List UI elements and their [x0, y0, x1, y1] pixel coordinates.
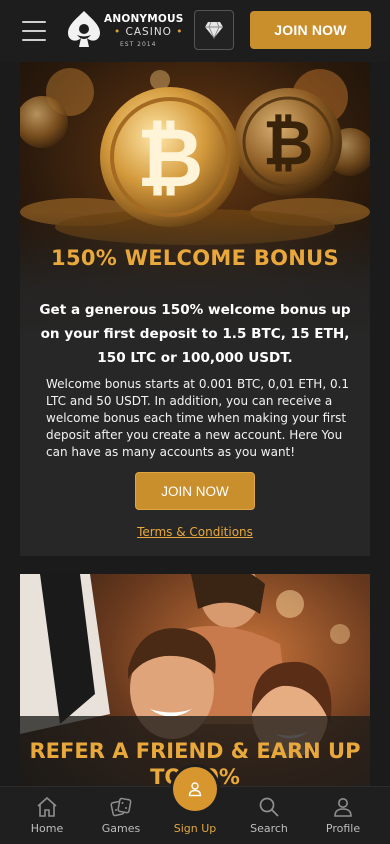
terms-link[interactable]: Terms & Conditions — [20, 525, 370, 539]
user-icon — [188, 782, 202, 797]
nav-search-label: Search — [250, 822, 288, 835]
nav-search[interactable]: Search — [234, 787, 304, 844]
home-icon — [37, 796, 57, 817]
brand-subtitle: • CASINO • — [114, 26, 184, 38]
nav-sign-up-label: Sign Up — [173, 822, 217, 835]
diamond-icon — [205, 21, 223, 39]
brand-established: EST 2014 — [120, 41, 157, 48]
menu-icon[interactable] — [22, 21, 46, 41]
search-icon — [259, 797, 279, 817]
sign-up-button[interactable] — [173, 767, 217, 811]
profile-icon — [334, 798, 352, 817]
spade-logo-icon — [68, 11, 100, 47]
welcome-bonus-card: ₿ ₿ 150% WELCOME BONUS Get a generous 15… — [20, 62, 370, 556]
welcome-bonus-description: Welcome bonus starts at 0.001 BTC, 0,01 … — [46, 377, 350, 459]
welcome-bonus-title: 150% WELCOME BONUS — [51, 246, 339, 270]
svg-text:₿: ₿ — [263, 106, 314, 179]
casino-logo[interactable]: ANONYMOUS • CASINO • EST 2014 — [64, 9, 184, 53]
dice-icon — [110, 797, 132, 817]
vip-button[interactable] — [194, 10, 234, 50]
join-now-button[interactable]: JOIN NOW — [135, 472, 255, 510]
top-bar: ANONYMOUS • CASINO • EST 2014 JOIN NOW — [0, 0, 390, 62]
brand-name: ANONYMOUS — [104, 13, 184, 25]
nav-profile[interactable]: Profile — [308, 787, 378, 844]
nav-home-label: Home — [30, 822, 64, 835]
welcome-bonus-lead: Get a generous 150% welcome bonus up on … — [39, 302, 351, 366]
nav-home[interactable]: Home — [12, 787, 82, 844]
nav-profile-label: Profile — [325, 822, 361, 835]
join-now-button[interactable]: JOIN NOW — [250, 11, 371, 49]
nav-games[interactable]: Games — [86, 787, 156, 844]
svg-text:₿: ₿ — [137, 111, 204, 206]
nav-games-label: Games — [101, 822, 141, 835]
